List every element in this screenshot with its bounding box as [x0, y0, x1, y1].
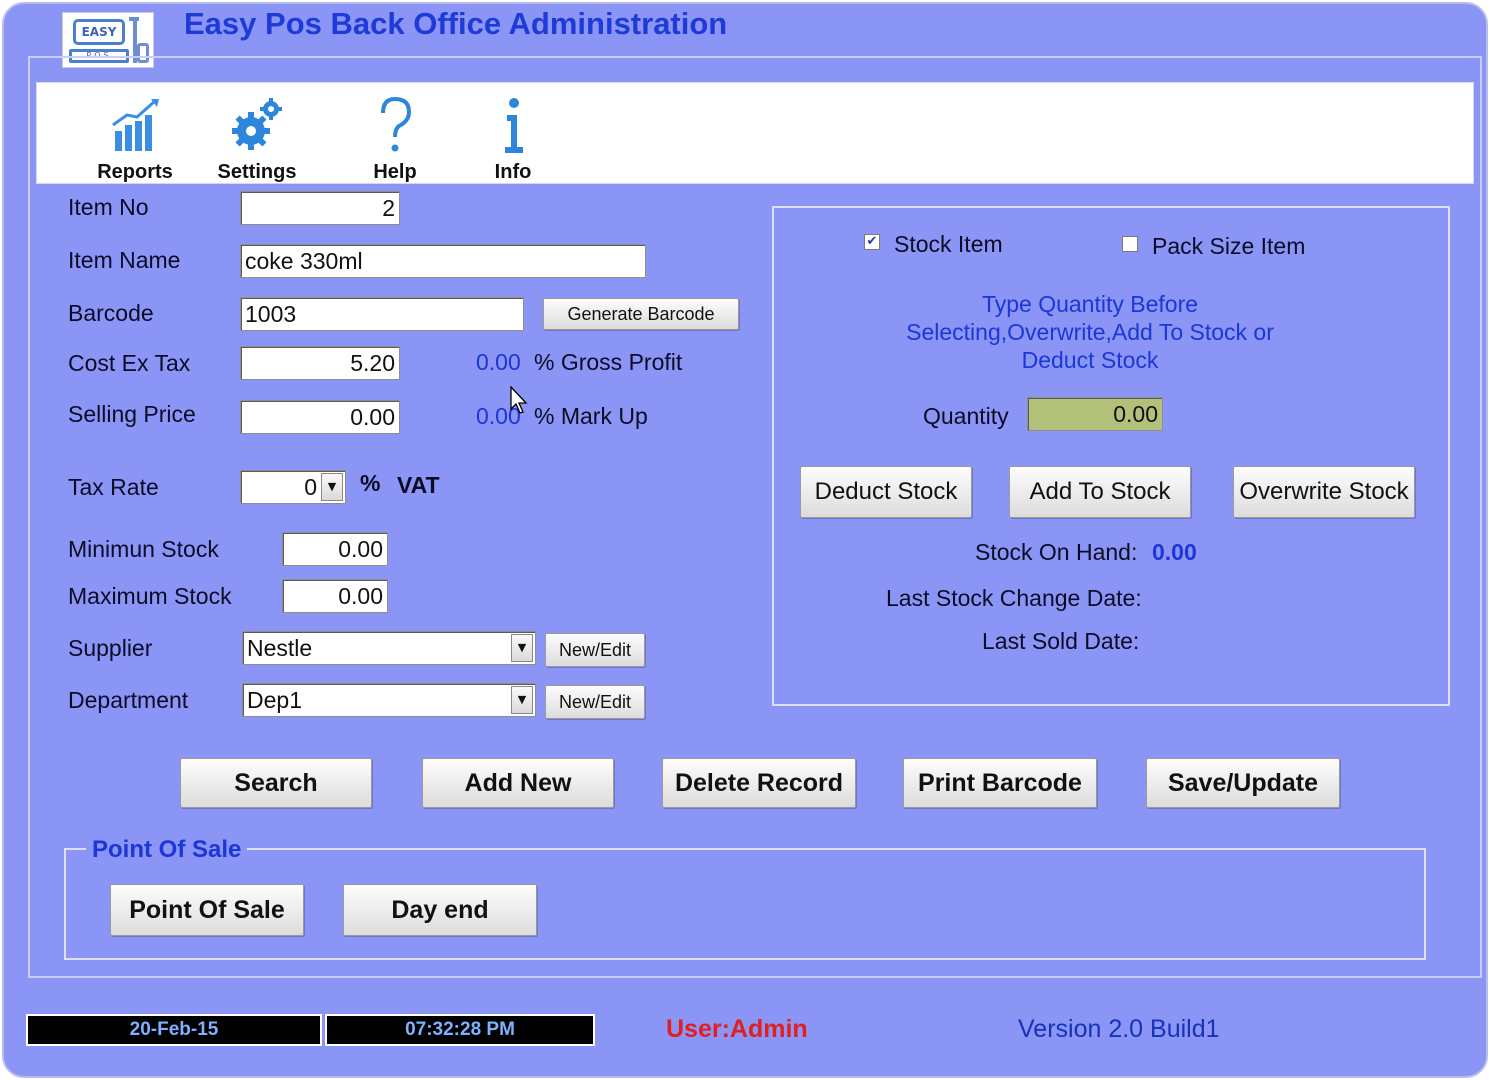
maximum-stock-input[interactable]: 0.00	[282, 579, 388, 613]
info-icon	[453, 95, 573, 155]
toolbar-help-label: Help	[373, 161, 417, 183]
search-button[interactable]: Search	[180, 758, 372, 808]
print-barcode-button[interactable]: Print Barcode	[903, 758, 1097, 808]
department-select[interactable]: Dep1	[242, 683, 536, 717]
last-sold-date-label: Last Sold Date:	[982, 628, 1140, 654]
barcode-input[interactable]: 1003	[240, 297, 524, 331]
supplier-label: Supplier	[68, 635, 153, 661]
department-label: Department	[68, 687, 189, 713]
status-date: 20-Feb-15	[26, 1014, 322, 1046]
add-to-stock-button[interactable]: Add To Stock	[1009, 466, 1191, 518]
point-of-sale-group-title: Point Of Sale	[86, 836, 248, 864]
last-stock-change-label: Last Stock Change Date:	[886, 585, 1142, 611]
item-no-label: Item No	[68, 194, 149, 220]
stock-on-hand-label: Stock On Hand:	[975, 539, 1138, 565]
overwrite-stock-button[interactable]: Overwrite Stock	[1233, 466, 1415, 518]
quantity-instructions: Type Quantity Before Selecting,Overwrite…	[830, 290, 1350, 374]
item-name-input[interactable]: coke 330ml	[240, 244, 646, 278]
point-of-sale-button[interactable]: Point Of Sale	[110, 884, 304, 936]
maximum-stock-label: Maximum Stock	[68, 583, 232, 609]
mouse-pointer-icon	[510, 385, 530, 420]
quantity-label: Quantity	[923, 403, 1009, 429]
toolbar-settings-button[interactable]: Settings	[197, 89, 317, 183]
stock-item-label: Stock Item	[894, 231, 1003, 257]
quantity-input[interactable]: 0.00	[1027, 397, 1163, 431]
stock-item-checkbox[interactable]: ✔	[864, 234, 880, 250]
toolbar-info-button[interactable]: Info	[453, 89, 573, 183]
item-name-label: Item Name	[68, 247, 181, 273]
toolbar-help-button[interactable]: Help	[335, 89, 455, 183]
stock-on-hand-value: 0.00	[1152, 539, 1197, 565]
toolbar-info-label: Info	[494, 161, 532, 183]
cost-ex-tax-input[interactable]: 5.20	[240, 346, 400, 380]
pack-size-item-checkbox[interactable]	[1122, 236, 1138, 252]
note-line: Selecting,Overwrite,Add To Stock or	[906, 319, 1274, 345]
item-no-input[interactable]: 2	[240, 191, 400, 225]
vat-label: VAT	[397, 472, 440, 498]
add-new-button[interactable]: Add New	[422, 758, 614, 808]
supplier-select[interactable]: Nestle	[242, 631, 536, 665]
generate-barcode-button[interactable]: Generate Barcode	[543, 298, 739, 330]
note-line: Type Quantity Before	[981, 291, 1199, 317]
tax-percent-label: %	[360, 470, 381, 496]
bar-chart-icon	[75, 95, 195, 155]
markup-label: % Mark Up	[534, 403, 648, 429]
deduct-stock-button[interactable]: Deduct Stock	[800, 466, 972, 518]
status-version: Version 2.0 Build1	[1018, 1015, 1220, 1043]
delete-record-button[interactable]: Delete Record	[662, 758, 856, 808]
app-title: Easy Pos Back Office Administration	[184, 6, 728, 41]
selling-price-label: Selling Price	[68, 401, 196, 427]
cost-ex-tax-label: Cost Ex Tax	[68, 350, 191, 376]
gross-profit-label: % Gross Profit	[534, 349, 683, 375]
status-user: User:Admin	[666, 1015, 808, 1043]
save-update-button[interactable]: Save/Update	[1146, 758, 1340, 808]
department-dropdown-icon[interactable]: ▼	[511, 686, 533, 714]
status-time: 07:32:28 PM	[325, 1014, 595, 1046]
toolbar-settings-label: Settings	[217, 161, 297, 183]
logo-screen: EASY	[73, 19, 125, 45]
pack-size-item-label: Pack Size Item	[1152, 233, 1306, 259]
barcode-label: Barcode	[68, 300, 154, 326]
question-mark-icon	[335, 95, 455, 155]
toolbar: Reports Settings Help Info	[36, 82, 1474, 184]
selling-price-input[interactable]: 0.00	[240, 400, 400, 434]
gears-icon	[197, 95, 317, 155]
minimum-stock-label: Minimun Stock	[68, 536, 219, 562]
note-line: Deduct Stock	[1021, 347, 1159, 373]
tax-rate-label: Tax Rate	[68, 474, 159, 500]
toolbar-reports-label: Reports	[97, 161, 173, 183]
tax-rate-dropdown-icon[interactable]: ▼	[321, 473, 343, 501]
department-new-edit-button[interactable]: New/Edit	[545, 685, 645, 719]
day-end-button[interactable]: Day end	[343, 884, 537, 936]
supplier-new-edit-button[interactable]: New/Edit	[545, 633, 645, 667]
supplier-dropdown-icon[interactable]: ▼	[511, 634, 533, 662]
toolbar-reports-button[interactable]: Reports	[75, 89, 195, 183]
gross-profit-value: 0.00	[476, 349, 521, 375]
minimum-stock-input[interactable]: 0.00	[282, 532, 388, 566]
